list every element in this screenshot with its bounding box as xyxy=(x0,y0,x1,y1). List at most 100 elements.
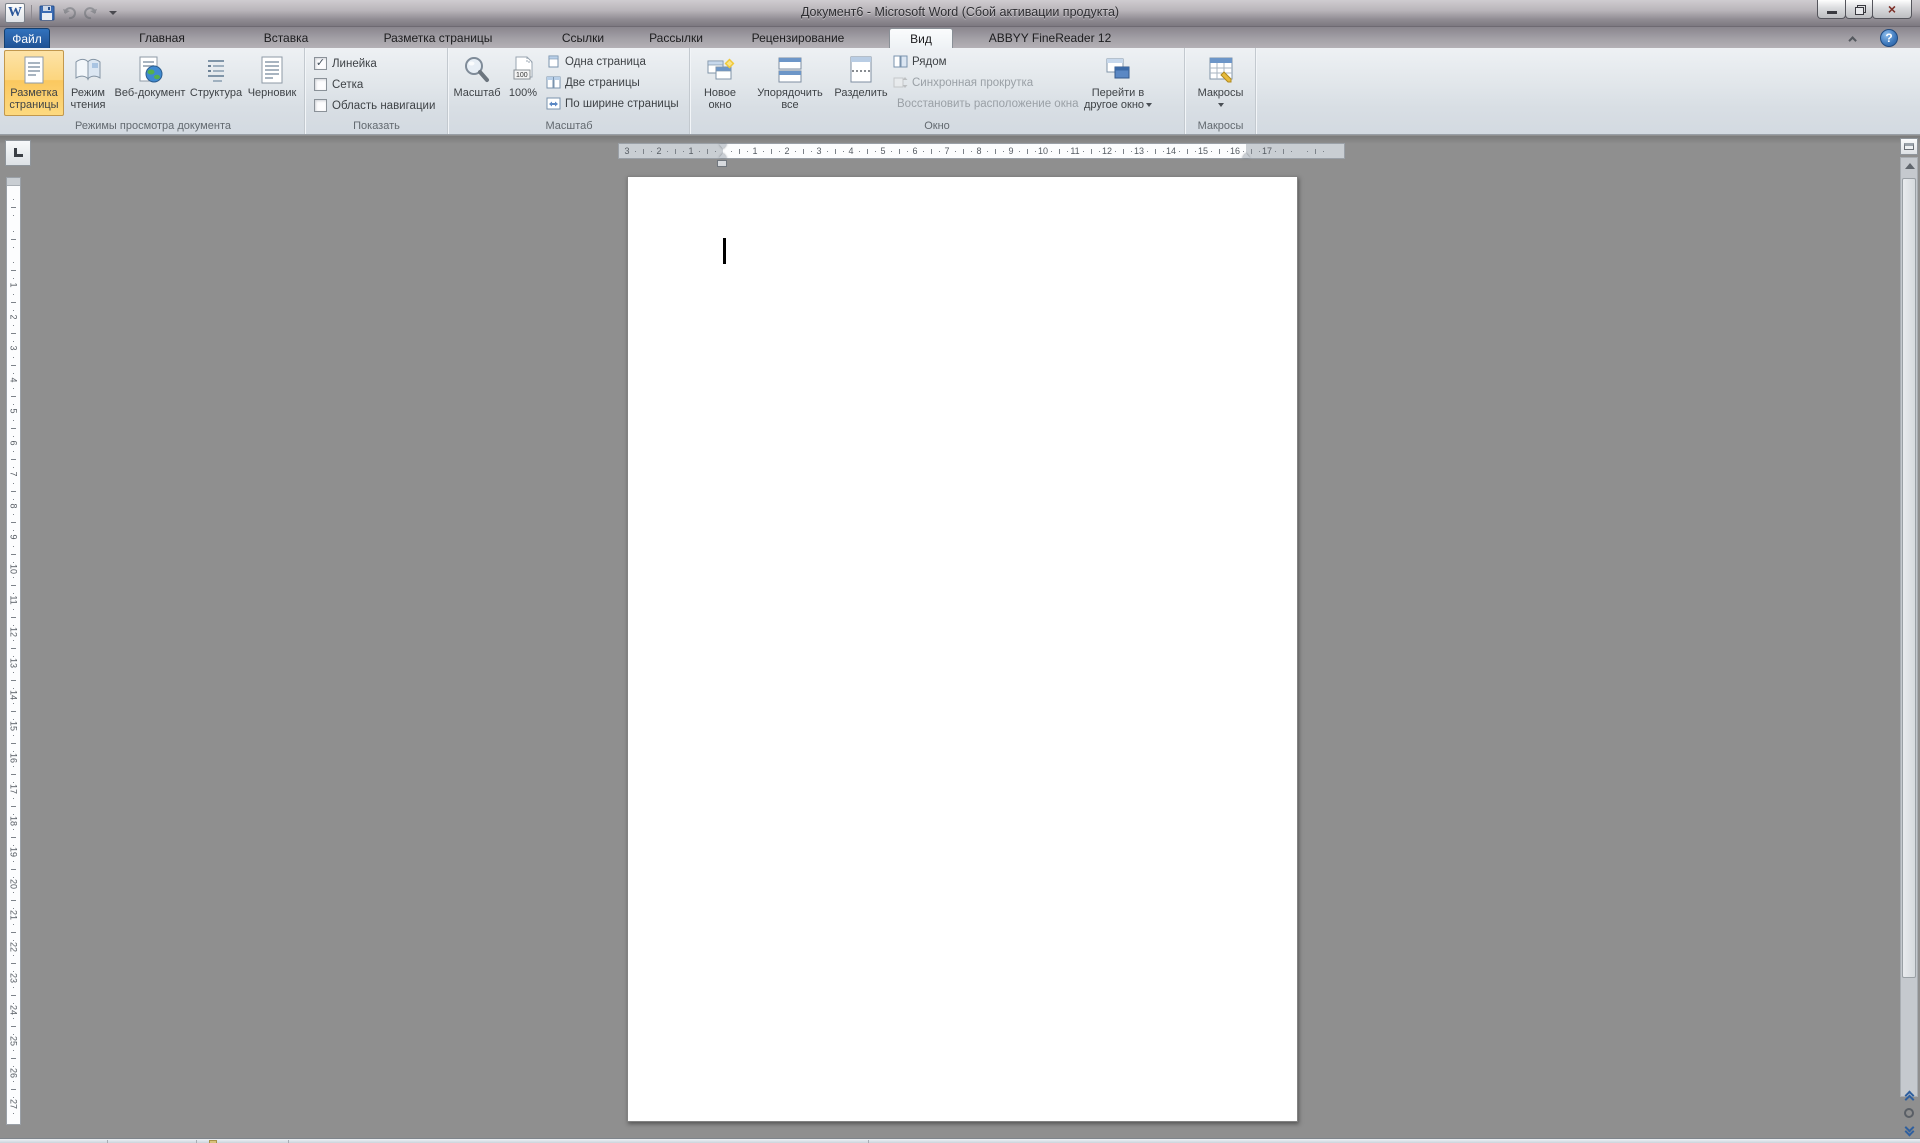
ruler-dot xyxy=(1211,151,1212,152)
page-width-button[interactable]: По ширине страницы xyxy=(543,93,682,114)
scrollbar-thumb[interactable] xyxy=(1902,178,1916,978)
ruler-toggle-icon xyxy=(1904,143,1914,150)
ruler-number: 11 xyxy=(1067,145,1083,157)
ruler-dot xyxy=(13,1034,14,1035)
horizontal-ruler[interactable]: 1231234567891011121314151617 xyxy=(618,143,1345,159)
navigation-pane-checkbox[interactable] xyxy=(314,99,327,112)
ruler-tick xyxy=(707,149,708,154)
ruler-dot xyxy=(13,672,14,673)
document-page[interactable] xyxy=(627,176,1298,1122)
tab-stop-selector[interactable] xyxy=(5,140,31,166)
tab-file[interactable]: Файл xyxy=(4,28,50,48)
ruler-dot xyxy=(923,151,924,152)
ruler-checkbox[interactable]: ✓ xyxy=(314,57,327,70)
scrollbar-track[interactable] xyxy=(1900,157,1918,1097)
tab-abbyy-finereader[interactable]: ABBYY FineReader 12 xyxy=(975,28,1125,48)
switch-windows-button[interactable]: Перейти в другое окно xyxy=(1076,50,1160,116)
right-indent-marker[interactable] xyxy=(1242,153,1250,158)
ruler-dot xyxy=(13,877,14,878)
ruler-dot xyxy=(971,151,972,152)
ruler-tick xyxy=(1091,149,1092,154)
page-width-icon xyxy=(546,96,561,111)
gridlines-checkbox-row[interactable]: Сетка xyxy=(314,74,445,95)
ruler-dot xyxy=(939,151,940,152)
ruler-dot xyxy=(859,151,860,152)
ruler-toggle-button[interactable] xyxy=(1900,138,1918,155)
ruler-tick xyxy=(1315,149,1316,154)
tab-mailings[interactable]: Рассылки xyxy=(633,28,719,48)
ruler-dot xyxy=(13,278,14,279)
ruler-dot xyxy=(13,577,14,578)
ruler-dot xyxy=(13,940,14,941)
view-side-by-side-button[interactable]: Рядом xyxy=(890,51,1076,72)
close-button[interactable]: × xyxy=(1872,0,1912,19)
hanging-indent-marker[interactable] xyxy=(719,153,727,158)
tab-insert[interactable]: Вставка xyxy=(240,28,332,48)
ruler-tick xyxy=(1027,149,1028,154)
split-button[interactable]: Разделить xyxy=(832,50,890,116)
zoom-button[interactable]: Масштаб xyxy=(451,50,503,116)
ruler-dot xyxy=(731,151,732,152)
previous-page-button[interactable] xyxy=(1900,1086,1918,1104)
two-pages-button[interactable]: Две страницы xyxy=(543,72,682,93)
help-button[interactable]: ? xyxy=(1880,29,1898,47)
ruler-tick xyxy=(739,149,740,154)
select-browse-object-button[interactable] xyxy=(1900,1104,1918,1122)
draft-view-icon xyxy=(256,53,288,87)
restore-button[interactable] xyxy=(1845,0,1873,19)
ruler-dot xyxy=(13,1018,14,1019)
group-macros: Макросы Макросы xyxy=(1186,48,1256,134)
tab-page-layout[interactable]: Разметка страницы xyxy=(347,28,529,48)
ruler-number: 3 xyxy=(811,145,827,157)
outline-view-button[interactable]: Структура xyxy=(188,50,244,116)
new-window-button[interactable]: Новое окно xyxy=(692,50,748,116)
ruler-number: 18 xyxy=(9,815,19,826)
first-line-indent-marker[interactable] xyxy=(719,144,727,149)
switch-windows-icon xyxy=(1102,53,1134,87)
ruler-dot xyxy=(795,151,796,152)
button-label: другое окно xyxy=(1084,99,1144,111)
reading-mode-button[interactable]: Режим чтения xyxy=(64,50,112,116)
tab-references[interactable]: Ссылки xyxy=(543,28,623,48)
vertical-ruler[interactable]: 1234567891011121314151617181920212223242… xyxy=(6,177,21,1125)
button-label: Восстановить расположение окна xyxy=(897,98,1078,110)
draft-view-button[interactable]: Черновик xyxy=(244,50,300,116)
button-label: 100% xyxy=(509,87,537,99)
document-workspace: 1231234567891011121314151617 12345678910… xyxy=(0,136,1920,1138)
gridlines-checkbox[interactable] xyxy=(314,78,327,91)
navigation-pane-checkbox-row[interactable]: Область навигации xyxy=(314,95,445,116)
macros-button[interactable]: Макросы xyxy=(1192,50,1250,116)
arrange-all-button[interactable]: Упорядочить все xyxy=(748,50,832,116)
ruler-tick xyxy=(963,149,964,154)
left-indent-marker[interactable] xyxy=(717,160,727,167)
minimize-ribbon-button[interactable] xyxy=(1843,32,1865,46)
ruler-dot xyxy=(651,151,652,152)
reset-window-position-button: Восстановить расположение окна xyxy=(890,93,1076,114)
ruler-margin-cap xyxy=(7,178,20,186)
one-page-button[interactable]: Одна страница xyxy=(543,51,682,72)
tab-home[interactable]: Главная xyxy=(117,28,207,48)
tab-view[interactable]: Вид xyxy=(889,28,953,48)
ruler-tick xyxy=(675,149,676,154)
ruler-dot xyxy=(699,151,700,152)
minimize-button[interactable] xyxy=(1817,0,1846,19)
ruler-dot xyxy=(13,546,14,547)
dropdown-arrow-icon xyxy=(1146,103,1152,107)
ruler-number: 8 xyxy=(971,145,987,157)
ruler-dot xyxy=(13,357,14,358)
ruler-tick xyxy=(1251,149,1252,154)
ruler-number: 16 xyxy=(1227,145,1243,157)
ruler-checkbox-row[interactable]: ✓ Линейка xyxy=(314,53,445,74)
ruler-number: 22 xyxy=(9,941,19,952)
scroll-up-arrow-icon[interactable] xyxy=(1905,163,1915,169)
print-layout-button[interactable]: Разметка страницы xyxy=(4,50,64,116)
zoom-100-button[interactable]: 100 100% xyxy=(503,50,543,116)
ruler-dot xyxy=(13,719,14,720)
ruler-dot xyxy=(13,1081,14,1082)
ruler-number: 7 xyxy=(9,469,19,480)
group-caption: Макросы xyxy=(1186,120,1255,132)
ruler-tick xyxy=(803,149,804,154)
web-layout-button[interactable]: Веб-документ xyxy=(112,50,188,116)
tab-review[interactable]: Рецензирование xyxy=(735,28,861,48)
vertical-scrollbar[interactable] xyxy=(1900,138,1918,1138)
